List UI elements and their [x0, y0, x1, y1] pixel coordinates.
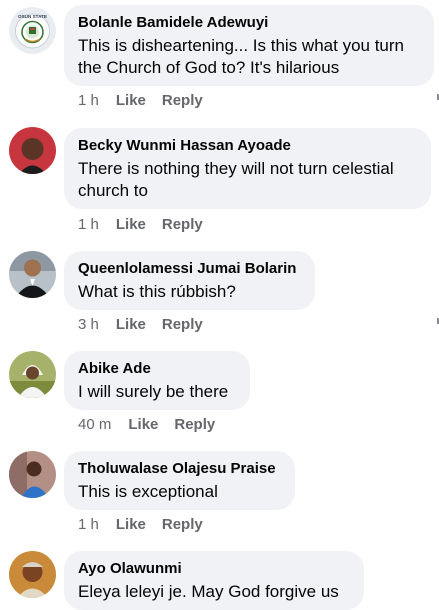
comment-actions: 3 h Like Reply: [78, 316, 203, 334]
reply-button[interactable]: Reply: [174, 416, 215, 434]
like-button[interactable]: Like: [128, 416, 158, 434]
comment-bubble: Becky Wunmi Hassan Ayoade There is nothi…: [64, 128, 431, 209]
comment-bubble: Ayo Olawunmi Eleya leleyi je. May God fo…: [64, 551, 364, 610]
reply-button[interactable]: Reply: [162, 316, 203, 334]
reply-button[interactable]: Reply: [162, 92, 203, 110]
avatar[interactable]: [9, 251, 56, 298]
comment-author[interactable]: Tholuwalase Olajesu Praise: [78, 459, 281, 478]
avatar[interactable]: [9, 551, 56, 598]
like-button[interactable]: Like: [116, 316, 146, 334]
user-photo-icon: [9, 127, 56, 174]
comment-bubble: Bolanle Bamidele Adewuyi This is dishear…: [64, 5, 434, 86]
reply-button[interactable]: Reply: [162, 216, 203, 234]
user-photo-icon: [9, 351, 56, 398]
like-button[interactable]: Like: [116, 516, 146, 534]
user-photo-icon: [9, 451, 56, 498]
comment-time[interactable]: 1 h: [78, 92, 99, 110]
comment-author[interactable]: Queenlolamessi Jumai Bolarin: [78, 259, 301, 278]
comment-actions: 1 h Like Reply: [78, 516, 203, 534]
avatar[interactable]: OSUN STATE: [9, 7, 56, 54]
avatar[interactable]: [9, 451, 56, 498]
comment-time[interactable]: 1 h: [78, 216, 99, 234]
comment-time[interactable]: 3 h: [78, 316, 99, 334]
comment-text: There is nothing they will not turn cele…: [78, 159, 394, 200]
svg-text:OSUN STATE: OSUN STATE: [18, 14, 47, 19]
comment-text: Eleya leleyi je. May God forgive us: [78, 582, 339, 601]
comment-bubble: Queenlolamessi Jumai Bolarin What is thi…: [64, 251, 315, 310]
comment-bubble: Tholuwalase Olajesu Praise This is excep…: [64, 451, 295, 510]
avatar[interactable]: [9, 351, 56, 398]
comment-time[interactable]: 40 m: [78, 416, 111, 434]
comment-bubble: Abike Ade I will surely be there: [64, 351, 250, 410]
comment-author[interactable]: Bolanle Bamidele Adewuyi: [78, 13, 420, 32]
comment-text: This is exceptional: [78, 482, 218, 501]
reply-button[interactable]: Reply: [162, 516, 203, 534]
avatar[interactable]: [9, 127, 56, 174]
user-photo-icon: [9, 251, 56, 298]
comment-actions: 40 m Like Reply: [78, 416, 215, 434]
comment-author[interactable]: Ayo Olawunmi: [78, 559, 350, 578]
comment-author[interactable]: Becky Wunmi Hassan Ayoade: [78, 136, 417, 155]
user-photo-icon: [9, 551, 56, 598]
like-button[interactable]: Like: [116, 216, 146, 234]
comment-time[interactable]: 1 h: [78, 516, 99, 534]
comment-actions: 1 h Like Reply: [78, 92, 203, 110]
comment-author[interactable]: Abike Ade: [78, 359, 236, 378]
osun-state-seal-icon: OSUN STATE: [9, 7, 56, 54]
comment-text: This is disheartening... Is this what yo…: [78, 36, 404, 77]
comment-text: What is this rúbbish?: [78, 282, 236, 301]
comment-text: I will surely be there: [78, 382, 229, 401]
like-button[interactable]: Like: [116, 92, 146, 110]
comment-actions: 1 h Like Reply: [78, 216, 203, 234]
